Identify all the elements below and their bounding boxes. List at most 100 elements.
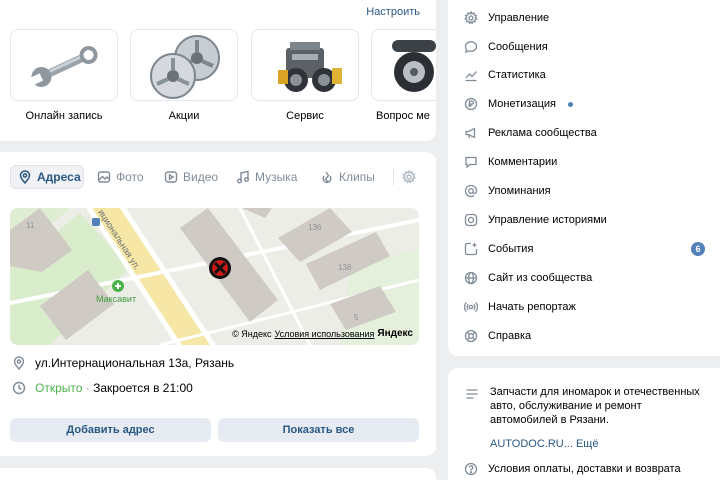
terms-link[interactable]: Условия оплаты, доставки и возврата [488, 463, 681, 475]
menu-item-live[interactable]: Начать репортаж [464, 296, 714, 318]
tab-addresses[interactable]: Адреса [10, 165, 84, 189]
community-info-card: Запчасти для иномарок и отечественных ав… [448, 368, 720, 480]
location-pin-icon [12, 356, 26, 370]
tab-video[interactable]: Видео [157, 165, 225, 189]
tabs-divider [393, 169, 394, 185]
description-icon [465, 387, 479, 401]
hours-row: Открыто · Закроется в 21:00 [12, 381, 193, 395]
community-links: AUTODOC.RU... Ещё [490, 438, 598, 450]
menu-item-label: Реклама сообщества [488, 127, 597, 139]
comment-icon [464, 155, 478, 169]
menu-item-site[interactable]: Сайт из сообщества [464, 267, 714, 289]
service-item-online-booking[interactable] [10, 29, 118, 101]
menu-item-label: События [488, 243, 534, 255]
yandex-logo[interactable]: Яндекс [377, 328, 413, 339]
menu-item-label: Сообщения [488, 41, 548, 53]
at-icon [464, 184, 478, 198]
menu-item-label: Монетизация [488, 98, 556, 110]
map-house-number: 5 [354, 313, 359, 322]
menu-item-label: Справка [488, 330, 532, 342]
service-label: Сервис [286, 110, 324, 122]
stats-icon [464, 68, 478, 82]
stories-icon [464, 213, 478, 227]
map-terms-link[interactable]: Условия использования [275, 329, 375, 339]
address-text[interactable]: ул.Интернациональная 13а, Рязань [35, 356, 234, 370]
menu-item-manage[interactable]: Управление [464, 7, 714, 29]
tabs-settings-button[interactable] [396, 165, 422, 189]
service-label: Онлайн запись [25, 110, 103, 122]
wheel-rims-icon [150, 35, 220, 99]
menu-item-label: Управление [488, 12, 550, 24]
status-closing-time: Закроется в 21:00 [93, 381, 193, 395]
clock-icon [12, 381, 26, 395]
live-icon [464, 300, 478, 314]
map-attribution: © Яндекс Условия использования Яндекс [232, 328, 413, 339]
terms-row[interactable]: Условия оплаты, доставки и возврата [464, 462, 681, 476]
wrench-icon [28, 46, 98, 87]
menu-item-label: Статистика [488, 69, 546, 81]
map-house-number: 138 [338, 263, 352, 272]
map-bus-stop-icon [92, 218, 100, 226]
menu-item-label: Упоминания [488, 185, 551, 197]
menu-item-label: Комментарии [488, 156, 558, 168]
tab-label: Музыка [255, 170, 298, 184]
location-pin-icon [18, 170, 32, 184]
menu-item-events[interactable]: События 6 [464, 238, 714, 260]
map-copyright: © Яндекс [232, 328, 272, 339]
help-icon [464, 329, 478, 343]
addresses-card: Адреса Фото Видео Музыка Клипы 11 136 13… [0, 152, 436, 456]
map-marker-icon[interactable] [209, 257, 231, 279]
tab-photo[interactable]: Фото [90, 165, 151, 189]
menu-item-statistics[interactable]: Статистика [464, 64, 714, 86]
show-all-button[interactable]: Показать все [218, 418, 419, 442]
tire-icon [392, 40, 436, 92]
new-indicator-dot [567, 101, 573, 107]
status-open: Открыто [35, 381, 83, 395]
service-label: Вопрос ме [376, 110, 430, 122]
tab-label: Клипы [339, 170, 375, 184]
menu-item-label: Управление историями [488, 214, 607, 226]
website-link[interactable]: AUTODOC.RU [490, 438, 564, 450]
events-icon [464, 242, 478, 256]
music-icon [236, 170, 250, 184]
menu-item-mentions[interactable]: Упоминания [464, 180, 714, 202]
menu-item-help[interactable]: Справка [464, 325, 714, 347]
megaphone-icon [464, 126, 478, 140]
service-item-question[interactable] [371, 29, 436, 101]
next-card [0, 468, 436, 480]
tab-music[interactable]: Музыка [229, 165, 304, 189]
message-icon [464, 40, 478, 54]
map[interactable]: 11 136 138 5 ициональная ул. Максавит © … [10, 208, 419, 345]
service-item-promotions[interactable] [130, 29, 238, 101]
gear-icon [402, 170, 416, 184]
show-more-link[interactable]: ... Ещё [564, 438, 599, 450]
tab-label: Видео [183, 170, 219, 184]
tab-label: Фото [116, 170, 144, 184]
photo-icon [97, 170, 111, 184]
map-house-number: 136 [308, 223, 322, 232]
gear-icon [464, 11, 478, 25]
clips-icon [320, 170, 334, 184]
community-menu: Управление Сообщения Статистика Монетиза… [448, 0, 720, 356]
tab-label: Адреса [37, 170, 81, 184]
engine-icon [278, 42, 342, 92]
menu-item-monetization[interactable]: Монетизация [464, 93, 714, 115]
services-settings-link[interactable]: Настроить [366, 6, 420, 18]
video-icon [164, 170, 178, 184]
menu-item-comments[interactable]: Комментарии [464, 151, 714, 173]
add-address-button[interactable]: Добавить адрес [10, 418, 211, 442]
menu-item-label: Сайт из сообщества [488, 272, 593, 284]
events-count-badge: 6 [691, 242, 705, 256]
tab-clips[interactable]: Клипы [313, 165, 382, 189]
globe-icon [464, 271, 478, 285]
menu-item-stories[interactable]: Управление историями [464, 209, 714, 231]
community-description: Запчасти для иномарок и отечественных ав… [490, 386, 700, 426]
service-item-service[interactable] [251, 29, 359, 101]
address-row: ул.Интернациональная 13а, Рязань [12, 356, 234, 370]
menu-item-messages[interactable]: Сообщения [464, 36, 714, 58]
menu-item-ads[interactable]: Реклама сообщества [464, 122, 714, 144]
map-house-number: 11 [26, 221, 35, 230]
services-card: Настроить Онлайн запись Акции Сервис Воп… [0, 0, 436, 141]
service-label: Акции [168, 110, 200, 122]
status-separator: · [82, 381, 94, 395]
